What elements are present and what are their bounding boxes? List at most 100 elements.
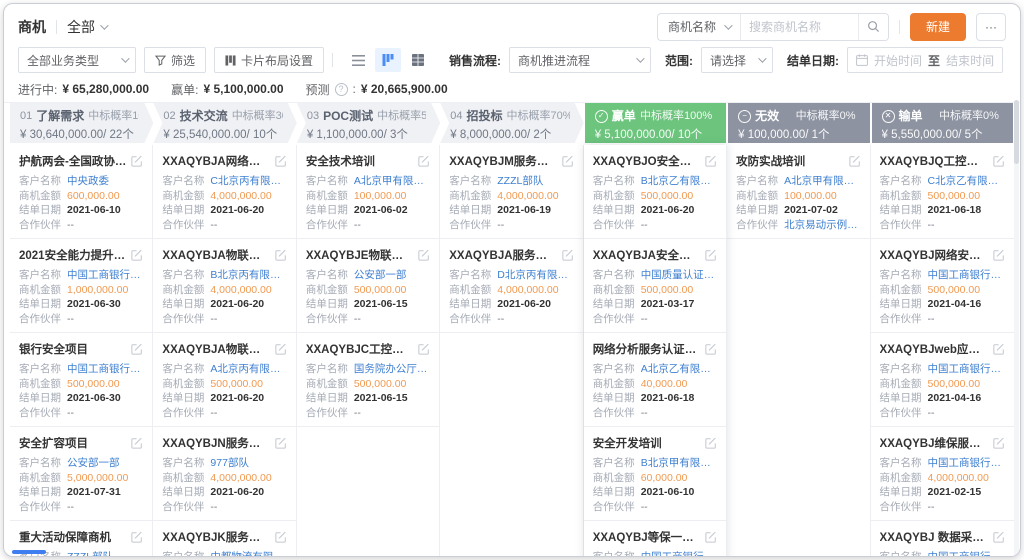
field-value-customer[interactable]: B北京乙有限公司 (641, 174, 717, 189)
kanban-column-header[interactable]: 02技术交流中标概率30%¥ 25,540,000.00/ 10个 (153, 103, 296, 143)
kanban-column-header[interactable]: 01了解需求中标概率10%¥ 30,640,000.00/ 22个 (10, 103, 153, 143)
opportunity-card[interactable]: XXAQYBJA安全信息隔离与...客户名称中国质量认证中心商机金额500,00… (584, 239, 726, 333)
vertical-scrollbar-thumb[interactable] (1014, 100, 1019, 164)
edit-icon[interactable] (993, 531, 1005, 543)
close-date-range-input[interactable]: 开始时间 至 结束时间 (847, 47, 1003, 73)
edit-icon[interactable] (275, 249, 287, 261)
opportunity-card[interactable]: XXAQYBJweb应用防护墙XC...客户名称中国工商银行股份有...商机金额… (871, 333, 1014, 427)
opportunity-card[interactable]: XXAQYBJA物联网视频上云...客户名称A北京丙有限公司商机金额500,00… (153, 333, 295, 427)
edit-icon[interactable] (993, 437, 1005, 449)
edit-icon[interactable] (705, 531, 717, 543)
edit-icon[interactable] (131, 343, 143, 355)
field-value-customer[interactable]: ZZZL部队 (497, 174, 573, 189)
opportunity-card[interactable]: XXAQYBJ网络安全态势感知...客户名称中国工商银行股份有...商机金额50… (871, 239, 1014, 333)
kanban-column-header[interactable]: ✓赢单中标概率100%¥ 5,100,000.00/ 10个 (585, 103, 726, 143)
edit-icon[interactable] (275, 155, 287, 167)
field-value-customer[interactable]: 中国工商银行股份有... (641, 550, 717, 557)
field-value-customer[interactable]: 中国工商银行股份有... (928, 550, 1005, 557)
opportunity-card[interactable]: 网络分析服务认证培训客户名称A北京乙有限公司商机金额40,000.00结单日期2… (584, 333, 726, 427)
edit-icon[interactable] (993, 155, 1005, 167)
grid-view-toggle[interactable] (405, 48, 431, 72)
edit-icon[interactable] (562, 249, 574, 261)
opportunity-card[interactable]: XXAQYBJE物联网视频上云...客户名称公安部一部商机金额500,000.0… (297, 239, 439, 333)
field-value-customer[interactable]: 中国工商银行股份有... (928, 456, 1005, 471)
field-value-customer[interactable]: 中都物流有限公司 (210, 550, 286, 557)
list-view-toggle[interactable] (345, 48, 371, 72)
end-date-placeholder[interactable]: 结束时间 (946, 52, 994, 69)
edit-icon[interactable] (705, 249, 717, 261)
field-value-customer[interactable]: C北京丙有限公司 (210, 174, 286, 189)
edit-icon[interactable] (705, 343, 717, 355)
opportunity-card[interactable]: 护航两会-全国政协十三届...客户名称中央政委商机金额600,000.00结单日… (10, 145, 152, 239)
opportunity-card[interactable]: XXAQYBJN服务器V00XCD...客户名称977部队商机金额4,000,0… (153, 427, 295, 521)
field-value-customer[interactable]: A北京乙有限公司 (641, 362, 717, 377)
edit-icon[interactable] (849, 155, 861, 167)
filter-button[interactable]: 筛选 (144, 47, 206, 73)
kanban-column-header[interactable]: −无效中标概率0%¥ 100,000.00/ 1个 (728, 103, 869, 143)
field-value-customer[interactable]: 中央政委 (67, 174, 143, 189)
field-value-customer[interactable]: 中国工商银行股份有... (928, 362, 1005, 377)
card-layout-settings-button[interactable]: 卡片布局设置 (214, 47, 324, 73)
opportunity-card[interactable]: XXAQYBJK服务器V00XCD...客户名称中都物流有限公司商机金额4,00… (153, 521, 295, 557)
opportunity-card[interactable]: XXAQYBJ维保服务XCC项目客户名称中国工商银行股份有...商机金额4,00… (871, 427, 1014, 521)
field-value-customer[interactable]: 国务院办公厅机关服... (354, 362, 430, 377)
field-value-customer[interactable]: 公安部一部 (354, 268, 430, 283)
edit-icon[interactable] (562, 155, 574, 167)
opportunity-card[interactable]: XXAQYBJ等保一体机XCC项目客户名称中国工商银行股份有...商机金额500… (584, 521, 726, 557)
search-type-dropdown[interactable]: 商机名称 (658, 18, 740, 35)
opportunity-card[interactable]: 银行安全项目客户名称中国工商银行股份有...商机金额500,000.00结单日期… (10, 333, 152, 427)
edit-icon[interactable] (275, 343, 287, 355)
field-value-customer[interactable]: D北京丙有限公司 (497, 268, 573, 283)
opportunity-card[interactable]: XXAQYBJA服务器V00XCC...客户名称D北京丙有限公司商机金额4,00… (440, 239, 582, 333)
field-value-customer[interactable]: B北京甲有限公司 (641, 456, 717, 471)
field-value-partner[interactable]: 北京易动示例有限公... (784, 218, 860, 233)
edit-icon[interactable] (131, 249, 143, 261)
start-date-placeholder[interactable]: 开始时间 (874, 52, 922, 69)
edit-icon[interactable] (993, 343, 1005, 355)
edit-icon[interactable] (993, 249, 1005, 261)
opportunity-card[interactable]: 安全开发培训客户名称B北京甲有限公司商机金额60,000.00结单日期2021-… (584, 427, 726, 521)
edit-icon[interactable] (131, 437, 143, 449)
edit-icon[interactable] (705, 437, 717, 449)
search-icon[interactable] (858, 14, 888, 40)
edit-icon[interactable] (705, 155, 717, 167)
field-value-customer[interactable]: A北京丙有限公司 (210, 362, 286, 377)
field-value-customer[interactable]: 中国工商银行股份有... (67, 362, 143, 377)
kanban-column-header[interactable]: 03POC测试中标概率50%¥ 1,100,000.00/ 3个 (297, 103, 440, 143)
kanban-column-header[interactable]: ✕输单中标概率0%¥ 5,550,000.00/ 5个 (872, 103, 1013, 143)
opportunity-card[interactable]: XXAQYBJA物联网边缘AI智...客户名称B北京丙有限公司商机金额4,000… (153, 239, 295, 333)
edit-icon[interactable] (275, 531, 287, 543)
business-type-select[interactable]: 全部业务类型 (18, 47, 136, 73)
new-button[interactable]: 新建 (910, 13, 966, 41)
field-value-customer[interactable]: ZZZL部队 (67, 550, 143, 557)
search-input[interactable] (740, 14, 858, 40)
scope-dropdown[interactable]: 全部 (67, 17, 106, 37)
edit-icon[interactable] (131, 531, 143, 543)
more-button[interactable]: ··· (976, 13, 1006, 41)
opportunity-card[interactable]: 安全技术培训客户名称A北京甲有限公司商机金额100,000.00结单日期2021… (297, 145, 439, 239)
edit-icon[interactable] (418, 343, 430, 355)
field-value-customer[interactable]: 中国工商银行股份有... (67, 268, 143, 283)
opportunity-card[interactable]: XXAQYBJQ工控防火墙系统...客户名称C北京乙有限公司商机金额500,00… (871, 145, 1014, 239)
edit-icon[interactable] (418, 249, 430, 261)
field-value-customer[interactable]: 公安部一部 (67, 456, 143, 471)
sales-process-select[interactable]: 商机推进流程 (509, 47, 651, 73)
opportunity-card[interactable]: XXAQYBJC工控安全检查工...客户名称国务院办公厅机关服...商机金额50… (297, 333, 439, 427)
field-value-customer[interactable]: A北京甲有限公司 (784, 174, 860, 189)
opportunity-card[interactable]: 攻防实战培训客户名称A北京甲有限公司商机金额100,000.00结单日期2021… (727, 145, 869, 239)
field-value-customer[interactable]: 中国质量认证中心 (641, 268, 717, 283)
kanban-view-toggle[interactable] (375, 48, 401, 72)
edit-icon[interactable] (275, 437, 287, 449)
field-value-customer[interactable]: B北京丙有限公司 (210, 268, 286, 283)
opportunity-card[interactable]: 安全扩容项目客户名称公安部一部商机金额5,000,000.00结单日期2021-… (10, 427, 152, 521)
opportunity-card[interactable]: XXAQYBJ 数据采集、存储...客户名称中国工商银行股份有...商机金额50… (871, 521, 1014, 557)
kanban-column-header[interactable]: 04招投标中标概率70%¥ 8,000,000.00/ 2个 (440, 103, 583, 143)
range-select[interactable]: 请选择 (701, 47, 773, 73)
field-value-customer[interactable]: 中国工商银行股份有... (928, 268, 1005, 283)
opportunity-card[interactable]: XXAQYBJA网络全流量安全...客户名称C北京丙有限公司商机金额4,000,… (153, 145, 295, 239)
edit-icon[interactable] (418, 155, 430, 167)
field-value-customer[interactable]: 977部队 (210, 456, 286, 471)
help-icon[interactable]: ? (335, 83, 348, 96)
horizontal-scrollbar-thumb[interactable] (12, 550, 46, 554)
opportunity-card[interactable]: XXAQYBJM服务器V00XCC...客户名称ZZZL部队商机金额4,000,… (440, 145, 582, 239)
